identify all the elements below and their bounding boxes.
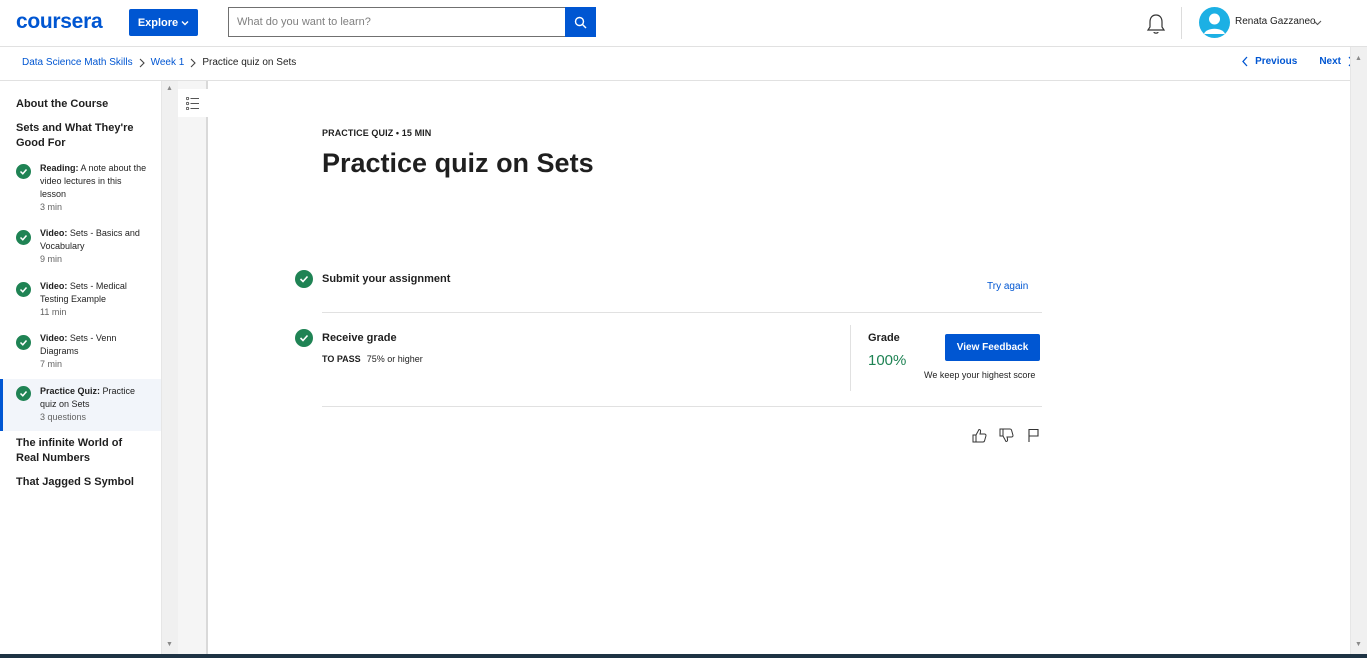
thumbs-down-icon[interactable] [999,428,1014,443]
scroll-down-arrow-icon[interactable]: ▼ [166,641,173,648]
search-button[interactable] [565,7,596,37]
page-title: Practice quiz on Sets [322,148,594,178]
completed-check-icon [16,335,31,350]
top-navbar: coursera Explore What do you want to lea… [0,0,1367,47]
previous-button[interactable]: Previous [1241,56,1297,67]
completed-check-icon [16,386,31,401]
sidebar-section-sets[interactable]: Sets and What They're Good For [16,121,146,151]
completed-check-icon [16,230,31,245]
scroll-up-arrow-icon[interactable]: ▲ [1355,55,1362,62]
sidebar-item-meta: 3 min [40,202,63,212]
sidebar-item-video-basics[interactable]: Video: Sets - Basics and Vocabulary 9 mi… [0,227,161,269]
highest-score-note: We keep your highest score [924,370,1036,380]
search-icon [574,16,587,28]
breadcrumb-bar: Data Science Math Skills Week 1 Practice… [0,47,1367,81]
next-label: Next [1319,56,1341,67]
flag-icon[interactable] [1026,428,1041,443]
user-name[interactable]: Renata Gazzaneo [1235,16,1316,27]
try-again-link[interactable]: Try again [987,281,1028,292]
submit-assignment-label: Submit your assignment [322,273,451,285]
page-scrollbar[interactable]: ▲ ▼ [1350,47,1367,654]
search-input[interactable]: What do you want to learn? [228,7,565,37]
outline-toggle-button[interactable] [178,89,208,117]
sidebar-item-meta: 3 questions [40,412,87,422]
to-pass-label: TO PASS [322,354,361,364]
breadcrumb: Data Science Math Skills Week 1 Practice… [22,57,296,68]
grade-value: 100% [868,352,907,369]
receive-grade-label: Receive grade [322,332,397,344]
sidebar-item-meta: 11 min [40,307,67,317]
thumbs-up-icon[interactable] [972,428,987,443]
sidebar-item-video-medical[interactable]: Video: Sets - Medical Testing Example 11… [0,280,161,322]
user-avatar[interactable] [1199,7,1230,38]
chevron-down-icon [181,20,189,25]
submit-check-icon [295,270,313,288]
quiz-eyebrow: PRACTICE QUIZ • 15 MIN [322,128,432,138]
sidebar-item-reading[interactable]: Reading: A note about the video lectures… [0,162,161,216]
taskbar-edge [0,654,1367,658]
sidebar-item-type: Reading: [40,163,79,173]
chevron-right-icon [189,58,197,68]
sidebar-section-about[interactable]: About the Course [16,97,146,112]
feedback-actions [972,428,1041,443]
scroll-down-arrow-icon[interactable]: ▼ [1355,641,1362,648]
breadcrumb-week[interactable]: Week 1 [151,57,185,68]
grade-label: Grade [868,332,900,344]
outline-strip [178,81,208,654]
sidebar-item-video-venn[interactable]: Video: Sets - Venn Diagrams 7 min [0,332,161,374]
main-content: PRACTICE QUIZ • 15 MIN Practice quiz on … [210,81,1350,654]
user-menu-chevron-icon[interactable] [1313,16,1322,30]
previous-label: Previous [1255,56,1298,67]
to-pass-value: 75% or higher [366,354,423,364]
header-divider [1181,7,1182,39]
sidebar-item-type: Video: [40,228,68,238]
sidebar-item-type: Video: [40,281,68,291]
view-feedback-button[interactable]: View Feedback [945,334,1040,361]
divider [322,312,1042,313]
coursera-logo[interactable]: coursera [16,10,103,34]
chevron-right-icon [138,58,146,68]
prev-next-nav: Previous Next [1241,56,1355,67]
sidebar-section-jagged-s[interactable]: That Jagged S Symbol [16,475,146,490]
sidebar-item-meta: 7 min [40,359,63,369]
breadcrumb-course[interactable]: Data Science Math Skills [22,57,133,68]
search-placeholder: What do you want to learn? [237,16,371,28]
list-outline-icon [186,96,199,110]
completed-check-icon [16,282,31,297]
grade-divider [850,325,851,391]
scroll-up-arrow-icon[interactable]: ▲ [166,85,173,92]
sidebar-item-type: Practice Quiz: [40,386,101,396]
notifications-bell-icon[interactable] [1145,12,1167,36]
completed-check-icon [16,164,31,179]
chevron-left-icon [1242,56,1248,67]
sidebar-item-type: Video: [40,333,68,343]
sidebar-scrollbar[interactable]: ▲ ▼ [161,81,178,654]
sidebar-item-practice-quiz[interactable]: Practice Quiz: Practice quiz on Sets 3 q… [0,379,161,431]
sidebar-item-meta: 9 min [40,254,63,264]
course-sidebar: About the Course Sets and What They're G… [0,81,161,654]
receive-check-icon [295,329,313,347]
breadcrumb-current: Practice quiz on Sets [202,57,297,68]
divider [322,406,1042,407]
sidebar-section-real-numbers[interactable]: The infinite World of Real Numbers [16,436,146,466]
to-pass-info: TO PASS 75% or higher [322,354,423,364]
explore-label: Explore [137,16,179,29]
explore-button[interactable]: Explore [129,9,198,36]
